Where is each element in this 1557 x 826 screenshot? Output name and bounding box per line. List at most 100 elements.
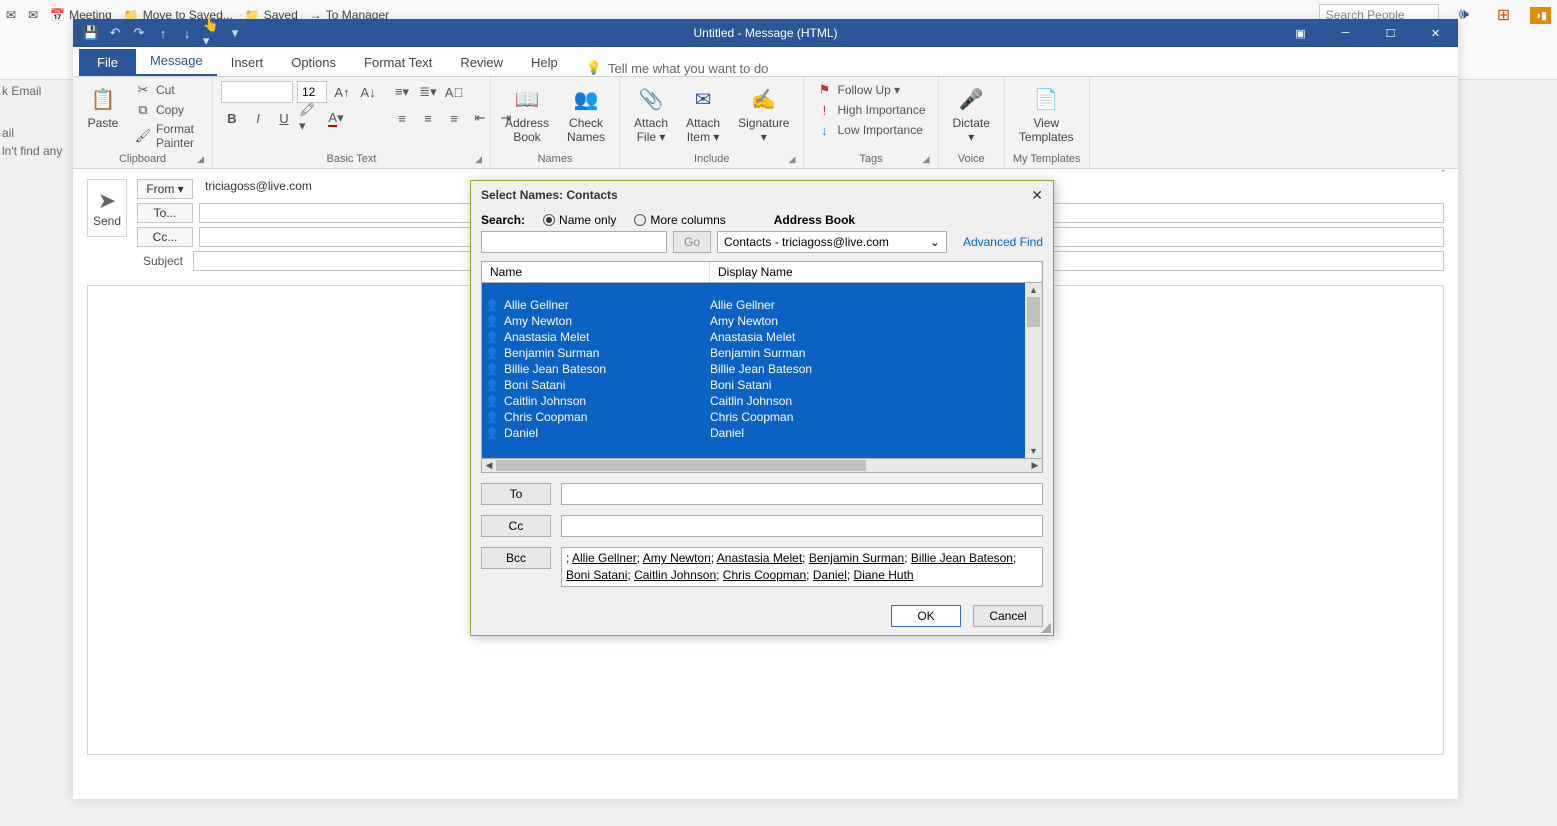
previous-icon[interactable]: ↑ (155, 25, 171, 41)
list-item[interactable]: 👤Amy NewtonAmy Newton (482, 313, 1042, 329)
cc-button[interactable]: Cc... (137, 227, 193, 247)
check-names-button[interactable]: 👥Check Names (561, 81, 611, 147)
tab-message[interactable]: Message (136, 47, 217, 76)
collapse-ribbon-icon[interactable]: ˆ (1434, 167, 1452, 183)
numbering-icon[interactable]: ≣▾ (417, 81, 439, 103)
tab-review[interactable]: Review (446, 49, 517, 76)
signature-button[interactable]: ✍Signature ▾ (732, 81, 795, 147)
contacts-listbox[interactable]: 👤Allie GellnerAllie Gellner👤Amy NewtonAm… (481, 283, 1043, 459)
restore-ribbon-icon[interactable]: ▣ (1278, 19, 1323, 47)
tab-insert[interactable]: Insert (217, 49, 278, 76)
read-aloud-icon[interactable]: 🕪 (1459, 6, 1469, 24)
close-icon[interactable]: ✕ (1413, 19, 1458, 47)
flag-icon: ⚑ (816, 82, 832, 98)
name-only-radio[interactable]: Name only (543, 213, 616, 227)
tab-help[interactable]: Help (517, 49, 572, 76)
touch-mode-icon[interactable]: 👆▾ (203, 25, 219, 41)
dictate-button[interactable]: 🎤Dictate ▾ (947, 81, 996, 147)
undo-icon[interactable]: ↶ (107, 25, 123, 41)
dialog-close-icon[interactable]: ✕ (1031, 187, 1043, 204)
dialog-cc-input[interactable] (561, 515, 1043, 537)
next-icon[interactable]: ↓ (179, 25, 195, 41)
view-templates-button[interactable]: 📄View Templates (1013, 81, 1080, 147)
grow-font-icon[interactable]: A↑ (331, 81, 353, 103)
scroll-right-icon[interactable]: ▶ (1028, 459, 1042, 472)
address-book-select[interactable]: Contacts - triciagoss@live.com⌄ (717, 231, 947, 253)
scroll-down-icon[interactable]: ▼ (1025, 444, 1042, 458)
from-button[interactable]: From ▾ (137, 179, 193, 199)
column-display-name[interactable]: Display Name (710, 262, 1042, 282)
italic-icon[interactable]: I (247, 107, 269, 129)
ok-button[interactable]: OK (891, 605, 961, 627)
align-center-icon[interactable]: ≡ (417, 107, 439, 129)
go-button[interactable]: Go (673, 231, 711, 253)
decrease-indent-icon[interactable]: ⇤ (469, 107, 491, 129)
reply-icon[interactable]: ✉ (6, 8, 16, 22)
shrink-font-icon[interactable]: A↓ (357, 81, 379, 103)
list-item[interactable]: 👤Caitlin JohnsonCaitlin Johnson (482, 393, 1042, 409)
maximize-icon[interactable]: ☐ (1368, 19, 1413, 47)
tags-launcher-icon[interactable]: ◢ (923, 154, 930, 165)
cancel-button[interactable]: Cancel (973, 605, 1043, 627)
attach-file-button[interactable]: 📎Attach File ▾ (628, 81, 674, 147)
insights-icon[interactable]: ◑▮ (1530, 7, 1551, 24)
dialog-to-button[interactable]: To (481, 483, 551, 505)
scroll-thumb[interactable] (1027, 297, 1040, 327)
low-importance-button[interactable]: ↓Low Importance (812, 121, 929, 139)
bold-icon[interactable]: B (221, 107, 243, 129)
format-painter-button[interactable]: 🖌Format Painter (131, 121, 204, 151)
underline-icon[interactable]: U (273, 107, 295, 129)
list-item[interactable]: 👤DanielDaniel (482, 425, 1042, 441)
dialog-to-input[interactable] (561, 483, 1043, 505)
advanced-find-link[interactable]: Advanced Find (963, 235, 1043, 249)
font-size-input[interactable] (297, 81, 327, 103)
column-name[interactable]: Name (482, 262, 710, 282)
high-importance-button[interactable]: !High Importance (812, 101, 929, 119)
font-name-input[interactable] (221, 81, 293, 103)
list-item[interactable]: 👤Billie Jean BatesonBillie Jean Bateson (482, 361, 1042, 377)
resize-grip-icon[interactable] (1041, 623, 1051, 633)
horizontal-scrollbar[interactable]: ◀ ▶ (481, 459, 1043, 473)
paste-button[interactable]: 📋 Paste (81, 81, 125, 133)
minimize-icon[interactable]: ─ (1323, 19, 1368, 47)
highlight-icon[interactable]: 🖍▾ (299, 107, 321, 129)
search-input[interactable] (481, 231, 667, 253)
qat-customize-icon[interactable]: ▾ (227, 25, 243, 41)
cut-button[interactable]: ✂Cut (131, 81, 204, 99)
send-button[interactable]: ➤ Send (87, 179, 127, 237)
align-left-icon[interactable]: ≡ (391, 107, 413, 129)
list-item[interactable]: 👤Chris CoopmanChris Coopman (482, 409, 1042, 425)
dialog-bcc-button[interactable]: Bcc (481, 547, 551, 569)
hscroll-thumb[interactable] (496, 460, 866, 471)
to-button[interactable]: To... (137, 203, 193, 223)
reply-all-icon[interactable]: ✉ (28, 8, 38, 22)
attach-item-button[interactable]: ✉Attach Item ▾ (680, 81, 726, 147)
list-item[interactable]: 👤Boni SataniBoni Satani (482, 377, 1042, 393)
clipboard-launcher-icon[interactable]: ◢ (197, 154, 204, 165)
tab-options[interactable]: Options (277, 49, 350, 76)
clear-format-icon[interactable]: A⃠ (443, 81, 465, 103)
more-columns-radio[interactable]: More columns (634, 213, 725, 227)
redo-icon[interactable]: ↷ (131, 25, 147, 41)
copy-button[interactable]: ⧉Copy (131, 101, 204, 119)
dialog-bcc-input[interactable]: ; Allie Gellner; Amy Newton; Anastasia M… (561, 547, 1043, 587)
tab-format-text[interactable]: Format Text (350, 49, 446, 76)
save-icon[interactable]: 💾 (83, 25, 99, 41)
list-item[interactable]: 👤Allie GellnerAllie Gellner (482, 297, 1042, 313)
tell-me-input[interactable]: 💡 Tell me what you want to do (586, 60, 769, 76)
font-color-icon[interactable]: A▾ (325, 107, 347, 129)
addins-icon[interactable]: ⊞ (1497, 5, 1510, 25)
bullets-icon[interactable]: ≡▾ (391, 81, 413, 103)
dialog-cc-button[interactable]: Cc (481, 515, 551, 537)
scroll-left-icon[interactable]: ◀ (482, 459, 496, 472)
follow-up-button[interactable]: ⚑Follow Up ▾ (812, 81, 929, 99)
align-right-icon[interactable]: ≡ (443, 107, 465, 129)
vertical-scrollbar[interactable]: ▲ ▼ (1025, 283, 1042, 458)
scroll-up-icon[interactable]: ▲ (1025, 283, 1042, 297)
list-item[interactable]: 👤Anastasia MeletAnastasia Melet (482, 329, 1042, 345)
basictext-launcher-icon[interactable]: ◢ (475, 154, 482, 165)
list-item[interactable]: 👤Benjamin SurmanBenjamin Surman (482, 345, 1042, 361)
include-launcher-icon[interactable]: ◢ (789, 154, 796, 165)
address-book-button[interactable]: 📖Address Book (499, 81, 555, 147)
tab-file[interactable]: File (79, 49, 136, 76)
